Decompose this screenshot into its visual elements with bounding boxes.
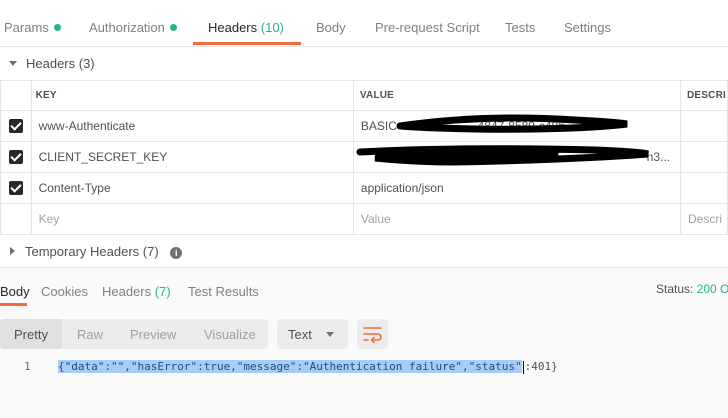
table-row-new: Key Value Descri [0,203,728,235]
row-checkbox[interactable] [8,150,23,165]
tab-params-label: Params [4,20,49,35]
tab-settings[interactable]: Settings [564,20,611,35]
temporary-headers-title: Temporary Headers (7) [25,244,159,259]
tab-headers-count: (10) [260,20,284,35]
tab-headers[interactable]: Headers (10) [208,20,284,35]
selected-text: {"data":"","hasError":true,"message":"Au… [58,360,522,373]
active-tab-indicator [193,42,301,45]
headers-section-toggle[interactable]: Headers (3) [9,56,95,71]
row-checkbox-cell [0,172,32,204]
response-status: Status: 200 O [656,282,728,296]
key-column-header: KEY [30,80,354,111]
row-checkbox-cell [0,203,32,235]
table-row: Content-Type application/json [0,172,728,204]
row-checkbox[interactable] [8,119,23,134]
tab-params[interactable]: Params [4,20,61,35]
line-number: 1 [24,360,31,373]
redaction-scribble [396,114,628,133]
value-placeholder: Value [360,212,391,226]
value-cell[interactable]: application/json [352,172,682,204]
response-tab-body[interactable]: Body [0,284,30,299]
header-value: application/json [360,181,444,195]
response-tab-headers-label: Headers [102,284,152,299]
checkbox-column-header [0,80,32,111]
description-column-header: DESCRI [680,80,728,111]
response-tab-headers-count: (7) [154,284,171,299]
response-body-code[interactable]: {"data":"","hasError":true,"message":"Au… [58,360,558,374]
request-tab-bar: Params Authorization Headers (10) Body P… [0,0,728,47]
value-column-header: VALUE [352,80,682,111]
description-cell[interactable] [680,110,728,142]
view-mode-pretty[interactable]: Pretty [14,327,48,342]
redaction-scribble [356,145,649,166]
key-cell[interactable]: CLIENT_SECRET_KEY [30,141,354,173]
chevron-down-icon [9,61,17,66]
headers-table-header-row: KEY VALUE DESCRI [0,80,728,111]
key-cell[interactable]: www-Authenticate [30,110,354,142]
description-cell[interactable] [680,141,728,173]
header-key: CLIENT_SECRET_KEY [38,150,168,164]
unselected-text: :401} [524,360,558,373]
header-key: www-Authenticate [38,119,136,133]
status-value: 200 O [696,282,728,296]
wrap-lines-button[interactable] [357,319,388,349]
chevron-right-icon [10,247,15,255]
description-cell[interactable] [680,172,728,204]
active-response-tab-indicator [0,303,27,306]
tab-body[interactable]: Body [316,20,346,35]
tab-pre-request-script[interactable]: Pre-request Script [375,20,480,35]
row-checkbox-cell [0,141,32,173]
response-tab-cookies[interactable]: Cookies [41,284,88,299]
key-placeholder: Key [38,212,60,226]
format-dropdown-label: Text [288,327,312,342]
description-input[interactable]: Descri [680,203,728,235]
key-cell[interactable]: Content-Type [30,172,354,204]
tab-authorization[interactable]: Authorization [89,20,177,35]
text-cursor [522,360,524,374]
tab-tests[interactable]: Tests [505,20,535,35]
key-input[interactable]: Key [30,203,354,235]
view-mode-visualize[interactable]: Visualize [204,327,256,342]
value-input[interactable]: Value [352,203,682,235]
tab-authorization-indicator-dot [169,24,177,31]
headers-section-title: Headers (3) [26,56,95,71]
tab-headers-label: Headers [208,20,258,35]
chevron-down-icon [326,332,334,337]
tab-authorization-label: Authorization [89,20,165,35]
row-checkbox-cell [0,110,32,142]
status-label: Status: [656,282,694,296]
info-icon[interactable]: i [170,246,183,259]
description-placeholder: Descri [688,212,723,226]
tab-params-indicator-dot [53,24,61,31]
row-checkbox[interactable] [8,181,23,196]
wrap-lines-icon [363,327,382,344]
view-mode-raw[interactable]: Raw [77,327,103,342]
temporary-headers-toggle[interactable]: Temporary Headers (7) i [10,244,183,259]
response-tab-test-results[interactable]: Test Results [188,284,259,299]
response-tab-headers[interactable]: Headers (7) [102,284,171,299]
header-key: Content-Type [38,181,111,195]
view-mode-preview[interactable]: Preview [130,327,176,342]
